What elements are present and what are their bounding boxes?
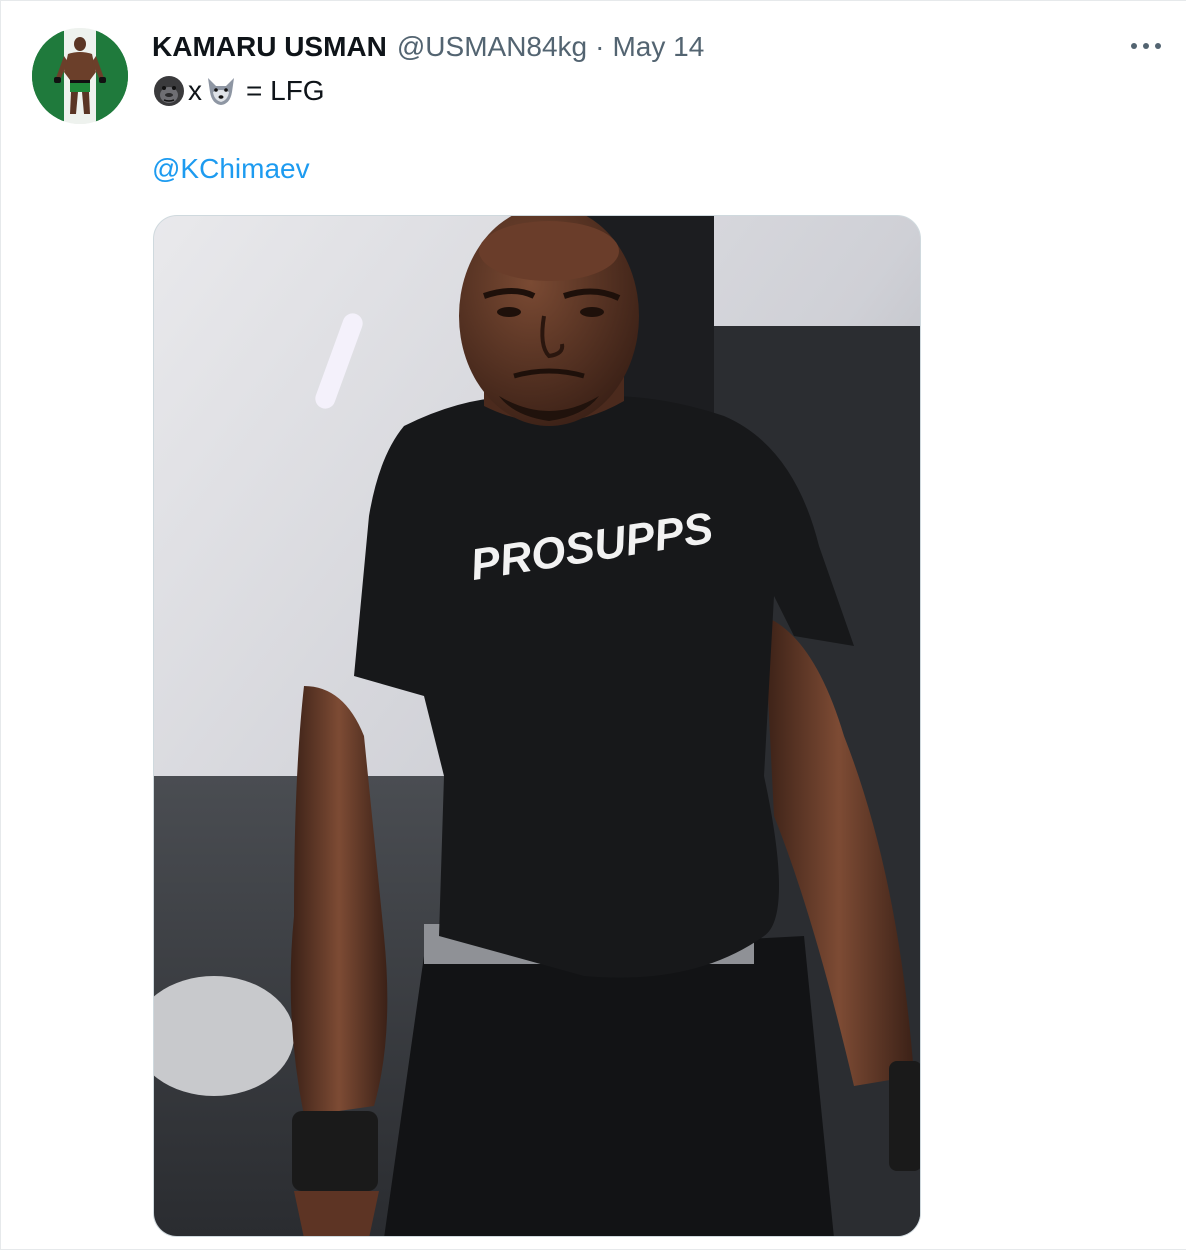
gorilla-emoji-icon (154, 76, 184, 106)
avatar-photo-icon (32, 28, 128, 124)
author-handle[interactable]: @USMAN84kg (397, 30, 587, 64)
author-avatar[interactable] (32, 28, 128, 124)
author-display-name[interactable]: KAMARU USMAN (152, 30, 387, 64)
tweet-media-photo[interactable]: PROSUPPS (153, 215, 921, 1237)
wolf-emoji-icon (208, 78, 234, 105)
tweet-text: x = LFG (152, 72, 325, 110)
mention-link[interactable]: @KChimaev (152, 150, 310, 188)
tweet-text-connector: x (188, 75, 202, 106)
tweet-header: KAMARU USMAN @USMAN84kg · May 14 (152, 30, 704, 64)
more-horizontal-icon[interactable] (1126, 34, 1166, 58)
tweet-date[interactable]: May 14 (612, 30, 704, 64)
tweet-text-suffix: = LFG (246, 75, 325, 106)
header-separator: · (595, 31, 605, 62)
